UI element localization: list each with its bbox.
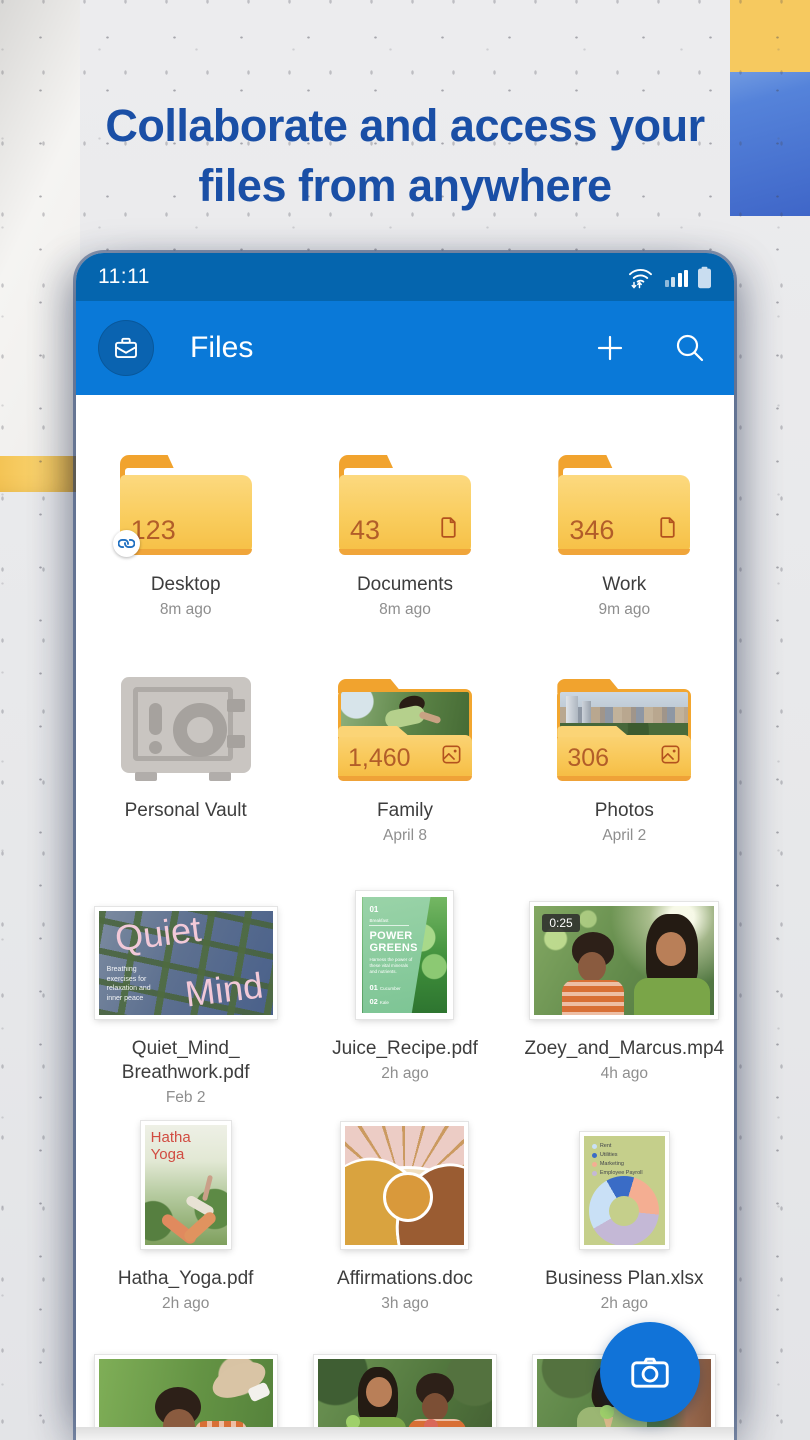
link-icon <box>118 535 135 552</box>
clock: 11:11 <box>98 265 150 289</box>
cover-caption: Breathing exercises for relaxation and i… <box>107 965 165 1003</box>
folder-name: Work <box>602 573 646 597</box>
folder-tile-documents[interactable]: 43 Documents 8m ago <box>295 443 514 621</box>
folder-count: 346 <box>569 515 614 546</box>
photo-folder-icon: 1,460 <box>338 679 472 781</box>
folder-tile-family[interactable]: 1,460 Family April 8 <box>295 669 514 847</box>
video-duration-badge: 0:25 <box>542 914 579 932</box>
folder-icon: 43 <box>339 455 471 555</box>
battery-icon <box>697 266 712 289</box>
folder-tile-work[interactable]: 346 Work 9m ago <box>515 443 734 621</box>
status-icons <box>626 266 713 289</box>
app-bar: Files <box>76 301 734 395</box>
folder-meta: 9m ago <box>598 599 650 621</box>
pdf-thumbnail: Hatha Yoga <box>141 1121 231 1249</box>
photo-folder-icon: 306 <box>557 679 691 781</box>
donut-chart <box>589 1176 659 1246</box>
add-button[interactable] <box>592 330 628 366</box>
hero-section: Collaborate and access your files from a… <box>0 96 810 217</box>
file-meta: 2h ago <box>162 1293 209 1315</box>
image-icon <box>440 743 463 766</box>
file-meta: 4h ago <box>601 1063 648 1085</box>
doc-thumbnail <box>341 1122 468 1249</box>
folder-meta: April 8 <box>383 825 427 847</box>
folder-tile-desktop[interactable]: 123 Desktop 8m ago <box>76 443 295 621</box>
file-name: Quiet_Mind_ Breathwork.pdf <box>122 1037 250 1085</box>
folder-meta: 8m ago <box>160 599 212 621</box>
phone-mockup: 11:11 Files <box>76 253 734 1440</box>
phone-bottom-edge <box>76 1427 734 1440</box>
files-grid: 123 Desktop 8m ago <box>76 395 734 1440</box>
file-tile-quiet-mind[interactable]: Quiet Mind Breathing exercises for relax… <box>76 891 295 1109</box>
wifi-updown-icon <box>626 266 656 289</box>
video-thumbnail: 0:25 <box>530 902 718 1019</box>
pdf-thumbnail: 01 Breakfast POWER GREENS Harness the po… <box>356 891 453 1019</box>
cover-word: Mind <box>182 964 265 1015</box>
camera-fab[interactable] <box>600 1322 700 1422</box>
account-avatar[interactable] <box>98 320 154 376</box>
file-tile-hatha-yoga[interactable]: Hatha Yoga Hatha_Yoga.pdf 2h ago <box>76 1121 295 1315</box>
cover-word: Quiet <box>112 908 203 960</box>
folder-name: Photos <box>595 799 654 823</box>
cover-subtitle: Harness the power of these vital mineral… <box>369 957 415 975</box>
file-tile-affirmations[interactable]: Affirmations.doc 3h ago <box>295 1121 514 1315</box>
hero-headline: Collaborate and access your files from a… <box>65 96 745 217</box>
page-title: Files <box>190 331 592 365</box>
pdf-thumbnail: Quiet Mind Breathing exercises for relax… <box>95 907 277 1019</box>
folder-name: Documents <box>357 573 453 597</box>
file-tile-zoey-video[interactable]: 0:25 Zoey_and_Marcus.mp4 4h ago <box>515 891 734 1109</box>
file-name: Business Plan.xlsx <box>545 1267 703 1291</box>
cover-tag: Breakfast <box>369 918 409 926</box>
file-name: Juice_Recipe.pdf <box>332 1037 478 1061</box>
signal-bars-icon <box>665 270 689 289</box>
briefcase-icon <box>111 333 141 363</box>
document-icon <box>436 515 461 540</box>
folder-icon: 346 <box>558 455 690 555</box>
cover-title: Hatha Yoga <box>151 1130 191 1164</box>
folder-count: 306 <box>567 744 609 773</box>
cover-title: POWER GREENS <box>369 931 421 954</box>
file-tile-business-plan[interactable]: Rent Utilities Marketing Employee Payrol… <box>515 1121 734 1315</box>
file-meta: 2h ago <box>381 1063 428 1085</box>
file-name: Hatha_Yoga.pdf <box>118 1267 254 1291</box>
status-bar: 11:11 <box>76 253 734 301</box>
camera-icon <box>627 1349 673 1395</box>
spreadsheet-thumbnail: Rent Utilities Marketing Employee Payrol… <box>580 1132 669 1249</box>
folder-name: Personal Vault <box>125 799 247 823</box>
folder-meta: 8m ago <box>379 599 431 621</box>
vault-icon <box>121 677 251 781</box>
document-icon <box>655 515 680 540</box>
file-meta: Feb 2 <box>166 1087 206 1109</box>
folder-count: 1,460 <box>348 744 411 773</box>
folder-tile-personal-vault[interactable]: Personal Vault <box>76 669 295 847</box>
folder-name: Family <box>377 799 433 823</box>
folder-meta: April 2 <box>602 825 646 847</box>
image-icon <box>659 743 682 766</box>
folder-tile-photos[interactable]: 306 Photos April 2 <box>515 669 734 847</box>
white-paper-left <box>0 0 80 456</box>
yellow-paper-right <box>730 0 810 72</box>
file-tile-juice-recipe[interactable]: 01 Breakfast POWER GREENS Harness the po… <box>295 891 514 1109</box>
file-meta: 2h ago <box>601 1293 648 1315</box>
search-button[interactable] <box>672 330 708 366</box>
folder-icon: 123 <box>120 455 252 555</box>
folder-name: Desktop <box>151 573 221 597</box>
file-name: Zoey_and_Marcus.mp4 <box>525 1037 725 1061</box>
file-meta: 3h ago <box>381 1293 428 1315</box>
shared-link-badge <box>113 530 140 557</box>
file-name: Affirmations.doc <box>337 1267 473 1291</box>
folder-count: 43 <box>350 515 380 546</box>
